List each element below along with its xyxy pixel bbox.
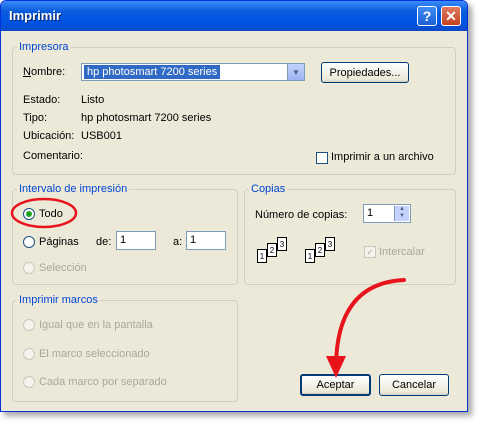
- highlight-circle: [10, 197, 78, 229]
- annotation-overlay: [10, 197, 406, 378]
- arrow-head-icon: [326, 356, 346, 378]
- pointer-arrow: [334, 278, 406, 370]
